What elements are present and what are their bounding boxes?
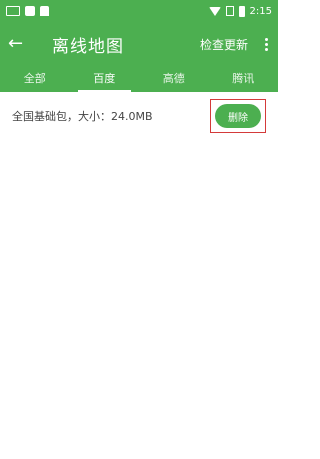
battery-icon <box>238 5 245 17</box>
wifi-icon <box>208 6 221 16</box>
tab-bar: 全部 百度 高德 腾讯 <box>0 66 278 92</box>
app-bar: ← 离线地图 检查更新 <box>0 22 278 66</box>
tab-tencent[interactable]: 腾讯 <box>209 66 279 92</box>
tab-baidu[interactable]: 百度 <box>70 66 140 92</box>
tab-gaode[interactable]: 高德 <box>139 66 209 92</box>
offline-map-list: 全国基础包，大小：24.0MB 删除 <box>0 92 278 140</box>
delete-button[interactable]: 删除 <box>215 104 261 128</box>
list-item: 全国基础包，大小：24.0MB 删除 <box>0 92 278 140</box>
check-update-button[interactable]: 检查更新 <box>200 36 248 53</box>
status-time: 2:15 <box>249 5 272 17</box>
status-bar: 2:15 <box>0 0 278 22</box>
tab-all[interactable]: 全部 <box>0 66 70 92</box>
bag-icon <box>40 6 49 16</box>
page-title: 离线地图 <box>52 36 124 57</box>
back-arrow-icon[interactable]: ← <box>8 35 34 53</box>
status-left-icons <box>6 6 49 16</box>
keyboard-icon <box>6 6 20 16</box>
status-right-icons: 2:15 <box>208 5 272 17</box>
more-options-icon[interactable] <box>262 37 270 51</box>
no-sim-icon <box>225 6 234 16</box>
delete-highlight-box: 删除 <box>210 99 266 133</box>
cat-icon <box>25 6 35 16</box>
list-item-label: 全国基础包，大小：24.0MB <box>12 110 153 123</box>
